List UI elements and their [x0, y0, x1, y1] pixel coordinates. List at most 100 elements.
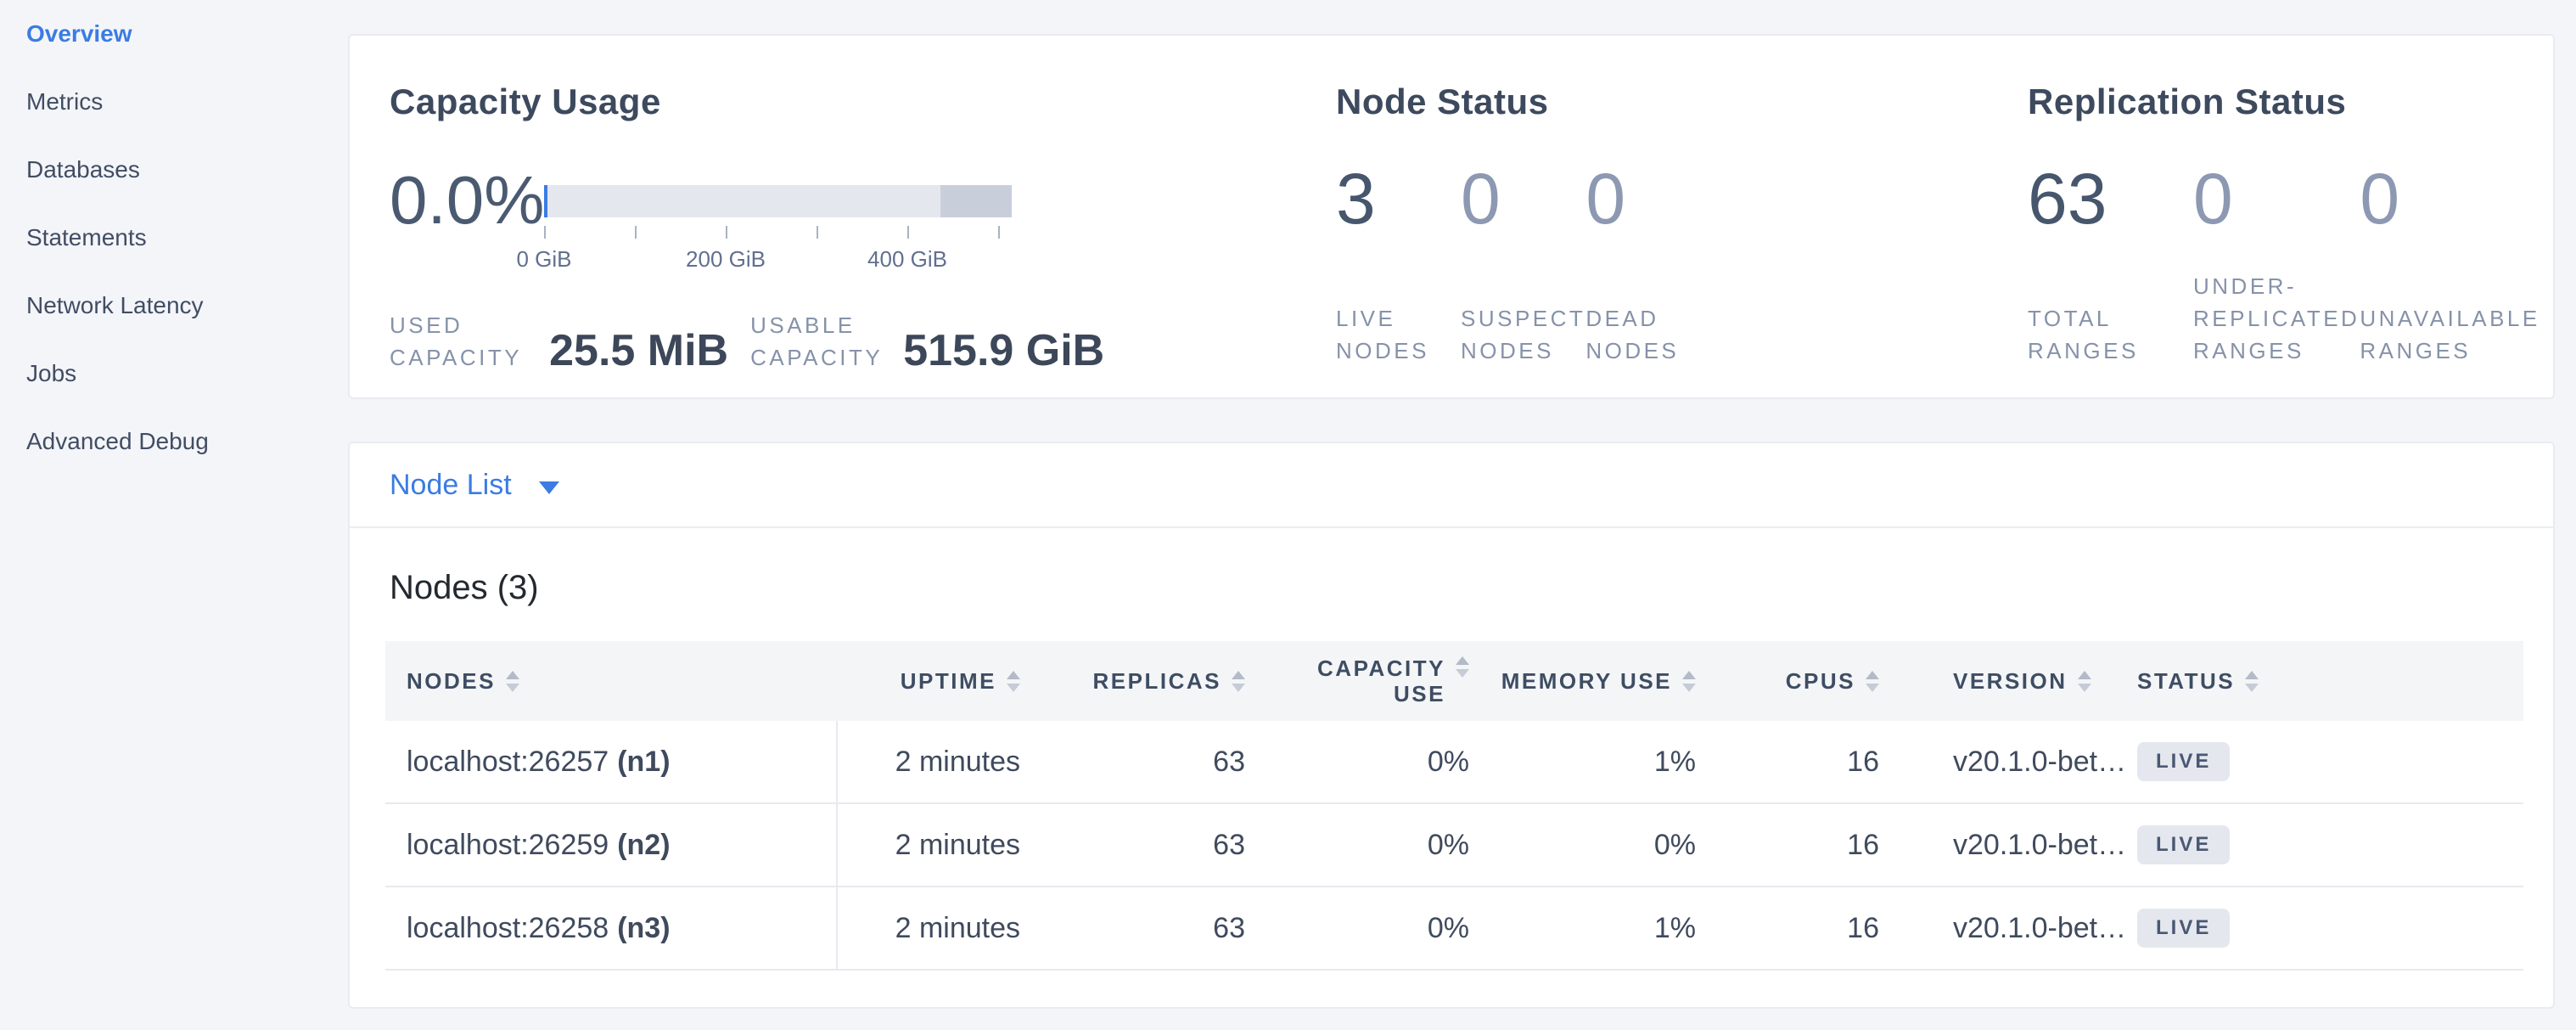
- capacity-use-header-line1: CAPACITY: [1317, 656, 1445, 681]
- sort-arrows-icon[interactable]: [1456, 656, 1469, 678]
- dead-nodes-stat: 0 DEAD NODES: [1585, 163, 1679, 367]
- sidebar-item-network-latency[interactable]: Network Latency: [0, 272, 348, 340]
- memory-use-cell: 1%: [1469, 887, 1696, 969]
- used-capacity-label-line1: USED: [390, 309, 522, 341]
- replication-status-stats: 63 TOTAL RANGES 0 UNDER- REPLICATED RANG…: [2028, 163, 2540, 367]
- column-header-replicas[interactable]: REPLICAS: [1020, 641, 1245, 721]
- dead-nodes-label-line2: NODES: [1585, 335, 1679, 367]
- cluster-summary-card: Capacity Usage 0.0% 0 GiB 200 GiB 400 Gi…: [348, 34, 2555, 399]
- axis-tick: [726, 226, 727, 239]
- sort-arrows-icon[interactable]: [1682, 671, 1696, 692]
- sort-arrows-icon[interactable]: [1232, 671, 1245, 692]
- axis-tick: [817, 226, 818, 239]
- replication-status-title: Replication Status: [2028, 82, 2346, 122]
- chevron-down-icon[interactable]: [539, 481, 559, 494]
- column-header-status-label: STATUS: [2137, 668, 2235, 695]
- table-row: localhost:26258 (n3) 2 minutes 63 0% 1% …: [385, 887, 2523, 971]
- sidebar-item-metrics[interactable]: Metrics: [0, 68, 348, 136]
- live-nodes-stat: 3 LIVE NODES: [1336, 163, 1461, 367]
- sidebar-item-overview[interactable]: Overview: [0, 0, 348, 68]
- node-id: (n1): [617, 746, 670, 779]
- node-address: localhost:26259: [407, 829, 609, 862]
- axis-tick-label: 0 GiB: [516, 246, 571, 273]
- table-row: localhost:26257 (n1) 2 minutes 63 0% 1% …: [385, 721, 2523, 804]
- column-header-replicas-label: REPLICAS: [1093, 668, 1221, 695]
- uptime-cell: 2 minutes: [838, 804, 1020, 886]
- cpus-cell: 16: [1696, 721, 1879, 802]
- nodes-table: NODES UPTIME REPLICAS CAPACITY USE MEMOR…: [385, 641, 2523, 971]
- node-address-cell[interactable]: localhost:26259 (n2): [385, 804, 838, 886]
- total-ranges-label-line2: RANGES: [2028, 335, 2193, 367]
- axis-tick: [907, 226, 909, 239]
- node-status-stats: 3 LIVE NODES 0 SUSPECT NODES 0 DEAD NODE…: [1336, 163, 1679, 367]
- unavailable-ranges-label-line2: RANGES: [2360, 335, 2540, 367]
- column-header-capacity-use[interactable]: CAPACITY USE: [1245, 641, 1469, 721]
- capacity-use-cell: 0%: [1245, 887, 1469, 969]
- node-status-title: Node Status: [1336, 82, 1549, 122]
- replicas-cell: 63: [1020, 887, 1245, 969]
- column-header-nodes[interactable]: NODES: [385, 641, 838, 721]
- replicas-cell: 63: [1020, 721, 1245, 802]
- capacity-bar-reserved-segment: [940, 185, 1012, 217]
- column-header-capacity-use-label: CAPACITY USE: [1317, 656, 1445, 706]
- sidebar: Overview Metrics Databases Statements Ne…: [0, 0, 348, 1030]
- version-cell: v20.1.0-bet…: [1879, 721, 2137, 802]
- replicas-cell: 63: [1020, 804, 1245, 886]
- node-address-cell[interactable]: localhost:26258 (n3): [385, 887, 838, 969]
- status-badge: LIVE: [2137, 825, 2230, 864]
- total-ranges-label: TOTAL RANGES: [2028, 302, 2193, 367]
- sort-arrows-icon[interactable]: [2245, 671, 2259, 692]
- column-header-uptime[interactable]: UPTIME: [838, 641, 1020, 721]
- used-capacity-label-line2: CAPACITY: [390, 341, 522, 374]
- capacity-used-percent: 0.0%: [390, 165, 544, 236]
- usable-capacity-label: USABLE CAPACITY: [750, 309, 883, 374]
- capacity-bar-used-segment: [544, 185, 547, 217]
- capacity-stats: USED CAPACITY 25.5 MiB USABLE CAPACITY 5…: [390, 309, 1104, 374]
- column-header-cpus-label: CPUS: [1786, 668, 1855, 695]
- uptime-cell: 2 minutes: [838, 721, 1020, 802]
- total-ranges-stat: 63 TOTAL RANGES: [2028, 163, 2193, 367]
- column-header-memory-use[interactable]: MEMORY USE: [1469, 641, 1696, 721]
- column-header-version[interactable]: VERSION: [1879, 641, 2137, 721]
- column-header-memory-use-label: MEMORY USE: [1501, 668, 1672, 695]
- total-ranges-value: 63: [2028, 163, 2193, 234]
- node-address-cell[interactable]: localhost:26257 (n1): [385, 721, 838, 802]
- status-cell: LIVE: [2137, 721, 2523, 802]
- total-ranges-label-line1: TOTAL: [2028, 302, 2193, 335]
- usable-capacity-label-line1: USABLE: [750, 309, 883, 341]
- memory-use-cell: 1%: [1469, 721, 1696, 802]
- under-replicated-label-line2: REPLICATED: [2193, 302, 2360, 335]
- sidebar-item-advanced-debug[interactable]: Advanced Debug: [0, 408, 348, 476]
- under-replicated-label-line1: UNDER-: [2193, 270, 2360, 302]
- node-list-dropdown[interactable]: Node List: [350, 443, 2553, 528]
- sidebar-item-databases[interactable]: Databases: [0, 136, 348, 204]
- used-capacity-label: USED CAPACITY: [390, 309, 522, 374]
- sidebar-item-statements[interactable]: Statements: [0, 204, 348, 272]
- column-header-uptime-label: UPTIME: [901, 668, 996, 695]
- cpus-cell: 16: [1696, 804, 1879, 886]
- sort-arrows-icon[interactable]: [2078, 671, 2091, 692]
- column-header-version-label: VERSION: [1953, 668, 2068, 695]
- under-replicated-ranges-stat: 0 UNDER- REPLICATED RANGES: [2193, 163, 2360, 367]
- sort-arrows-icon[interactable]: [1007, 671, 1020, 692]
- axis-tick-label: 400 GiB: [867, 246, 947, 273]
- dead-nodes-label: DEAD NODES: [1585, 302, 1679, 367]
- sidebar-item-jobs[interactable]: Jobs: [0, 340, 348, 408]
- capacity-bar-chart: 0 GiB 200 GiB 400 GiB: [544, 185, 1012, 217]
- sort-arrows-icon[interactable]: [1866, 671, 1879, 692]
- live-nodes-label: LIVE NODES: [1336, 302, 1461, 367]
- live-nodes-label-line2: NODES: [1336, 335, 1461, 367]
- node-address: localhost:26257: [407, 746, 609, 779]
- uptime-cell: 2 minutes: [838, 887, 1020, 969]
- unavailable-ranges-label-line1: UNAVAILABLE: [2360, 302, 2540, 335]
- axis-tick: [635, 226, 637, 239]
- sort-arrows-icon[interactable]: [506, 671, 519, 692]
- node-list-dropdown-label[interactable]: Node List: [390, 469, 512, 502]
- dead-nodes-label-line1: DEAD: [1585, 302, 1679, 335]
- column-header-cpus[interactable]: CPUS: [1696, 641, 1879, 721]
- version-cell: v20.1.0-bet…: [1879, 804, 2137, 886]
- axis-tick: [544, 226, 546, 239]
- used-capacity-value: 25.5 MiB: [549, 328, 728, 374]
- column-header-status[interactable]: STATUS: [2137, 641, 2523, 721]
- unavailable-ranges-value: 0: [2360, 163, 2540, 234]
